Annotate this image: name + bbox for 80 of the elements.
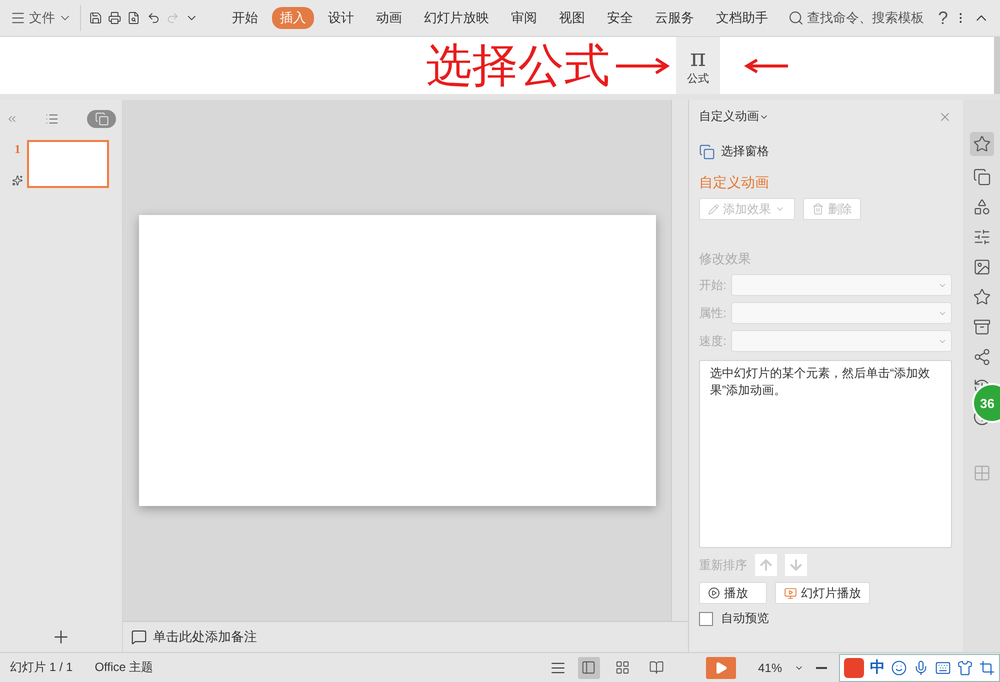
hint-text: 选中幻灯片的某个元素，然后单击“添加效果”添加动画。 (699, 360, 952, 548)
print-preview-icon (127, 10, 141, 26)
apps-icon (972, 464, 990, 482)
field-label: 属性: (699, 304, 727, 322)
skin-icon (957, 660, 973, 676)
pencil-icon (708, 204, 719, 214)
keyboard-icon (935, 660, 951, 676)
move-up-button[interactable] (755, 554, 777, 576)
ribbon-tab[interactable]: 云服务 (647, 7, 702, 29)
archive-icon (972, 318, 990, 336)
pane-title[interactable]: 自定义动画 (699, 108, 769, 125)
autopreview-label[interactable]: 自动预览 (721, 610, 769, 627)
ribbon-tab[interactable]: 审阅 (503, 7, 546, 29)
ime-logo-icon (844, 658, 864, 678)
annotation-arrow (614, 56, 670, 76)
ribbon-tab[interactable]: 开始 (224, 7, 266, 29)
help-button[interactable]: ? (938, 8, 948, 28)
slides-icon (94, 112, 108, 126)
field-label: 开始: (699, 276, 727, 294)
file-menu[interactable]: 文件 (10, 9, 72, 27)
section-heading: 自定义动画 (699, 174, 770, 192)
undo-icon (146, 10, 160, 26)
redo-icon (166, 10, 180, 26)
sorter-view-icon (615, 660, 630, 675)
search-command[interactable]: 查找命令、搜索模板 (788, 9, 924, 27)
reorder-label: 重新排序 (699, 556, 747, 574)
printer-icon (108, 10, 122, 26)
slide-thumbnail[interactable] (27, 140, 109, 188)
theme-name: Office 主题 (94, 659, 154, 676)
play-slideshow-button[interactable] (706, 656, 736, 678)
scrollbar[interactable] (671, 100, 688, 621)
dropdown-field[interactable] (731, 274, 952, 296)
slideshow-button[interactable]: 幻灯片播放 (775, 582, 870, 604)
picture-icon (972, 258, 990, 276)
reading-view-icon (649, 660, 664, 675)
play-button[interactable]: 播放 (699, 582, 767, 604)
animation-star-icon (12, 175, 23, 186)
trash-icon (812, 203, 824, 215)
ribbon-tab[interactable]: 幻灯片放映 (416, 7, 498, 29)
dropdown-field[interactable] (731, 302, 952, 324)
emoji-icon (891, 660, 907, 676)
ribbon-tab[interactable]: 视图 (551, 7, 594, 29)
animation-icon (972, 135, 990, 153)
search-icon (788, 10, 804, 26)
selection-pane-icon (699, 144, 715, 160)
ribbon-tab[interactable]: 文档助手 (708, 7, 776, 29)
favorite-icon (972, 288, 990, 306)
slide-counter: 幻灯片 1 / 1 (10, 659, 73, 676)
formula-button[interactable]: π 公式 (676, 37, 720, 94)
save-icon (88, 10, 102, 26)
monitor-play-icon (784, 586, 797, 600)
crop-icon (979, 660, 995, 676)
section-heading: 修改效果 (699, 250, 752, 268)
ribbon-tab[interactable]: 动画 (368, 7, 410, 29)
share-icon (972, 348, 990, 366)
normal-view-icon (581, 660, 596, 675)
play-icon (708, 587, 720, 599)
zoom-level[interactable]: 41% (758, 660, 782, 674)
shapes-icon (972, 198, 990, 216)
play-icon (714, 660, 728, 674)
slide-number: 1 (14, 142, 20, 157)
arrow-down-icon (788, 557, 804, 573)
notes-icon (131, 629, 147, 645)
ime-mode[interactable]: 中 (870, 658, 885, 677)
selection-pane-link[interactable]: 选择窗格 (721, 143, 769, 160)
field-label: 速度: (699, 332, 727, 350)
ribbon-tab[interactable]: 设计 (320, 7, 362, 29)
menu-icon (10, 10, 26, 26)
view-button[interactable] (578, 656, 600, 678)
annotation-arrow (744, 58, 790, 74)
ribbon-tab[interactable]: 安全 (599, 7, 642, 29)
notes-placeholder[interactable]: 单击此处添加备注 (153, 628, 257, 646)
move-down-button[interactable] (785, 554, 807, 576)
dropdown-field[interactable] (731, 330, 952, 352)
adjust-icon (972, 228, 990, 246)
panel-view-toggle[interactable] (86, 110, 116, 128)
microphone-icon (913, 660, 929, 676)
autopreview-checkbox[interactable] (699, 612, 713, 626)
annotation-text: 选择公式 (426, 38, 610, 92)
switch-icon (972, 168, 990, 186)
